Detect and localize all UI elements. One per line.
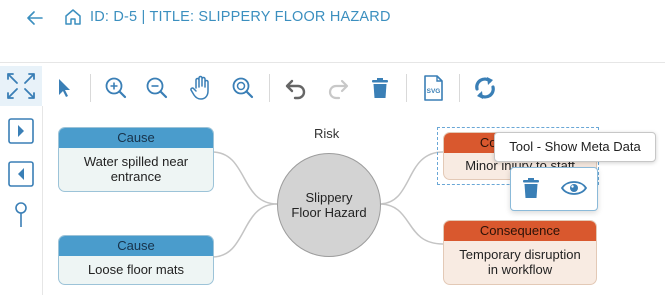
cause-node[interactable]: Cause Water spilled near entrance <box>58 127 214 192</box>
risk-node-text: Slippery Floor Hazard <box>291 190 367 220</box>
consequence-node-text: Temporary disruption in workflow <box>459 247 581 277</box>
show-meta-data-button[interactable] <box>560 178 589 200</box>
cause-node-header: Cause <box>59 128 213 148</box>
tooltip: Tool - Show Meta Data <box>494 132 656 162</box>
cause-node-text: Loose floor mats <box>87 262 185 277</box>
trash-icon <box>523 178 539 198</box>
risk-node[interactable]: Slippery Floor Hazard <box>277 153 381 257</box>
cause-node-text: Water spilled near entrance <box>83 154 189 184</box>
eye-icon <box>560 181 588 195</box>
consequence-node-header: Consequence <box>444 221 596 241</box>
cause-node[interactable]: Cause Loose floor mats <box>58 235 214 285</box>
popup-delete-button[interactable] <box>521 177 545 201</box>
cause-node-header: Cause <box>59 236 213 256</box>
consequence-node[interactable]: Consequence Temporary disruption in work… <box>443 220 597 285</box>
node-action-popup <box>510 167 598 211</box>
risk-label: Risk <box>314 126 340 141</box>
